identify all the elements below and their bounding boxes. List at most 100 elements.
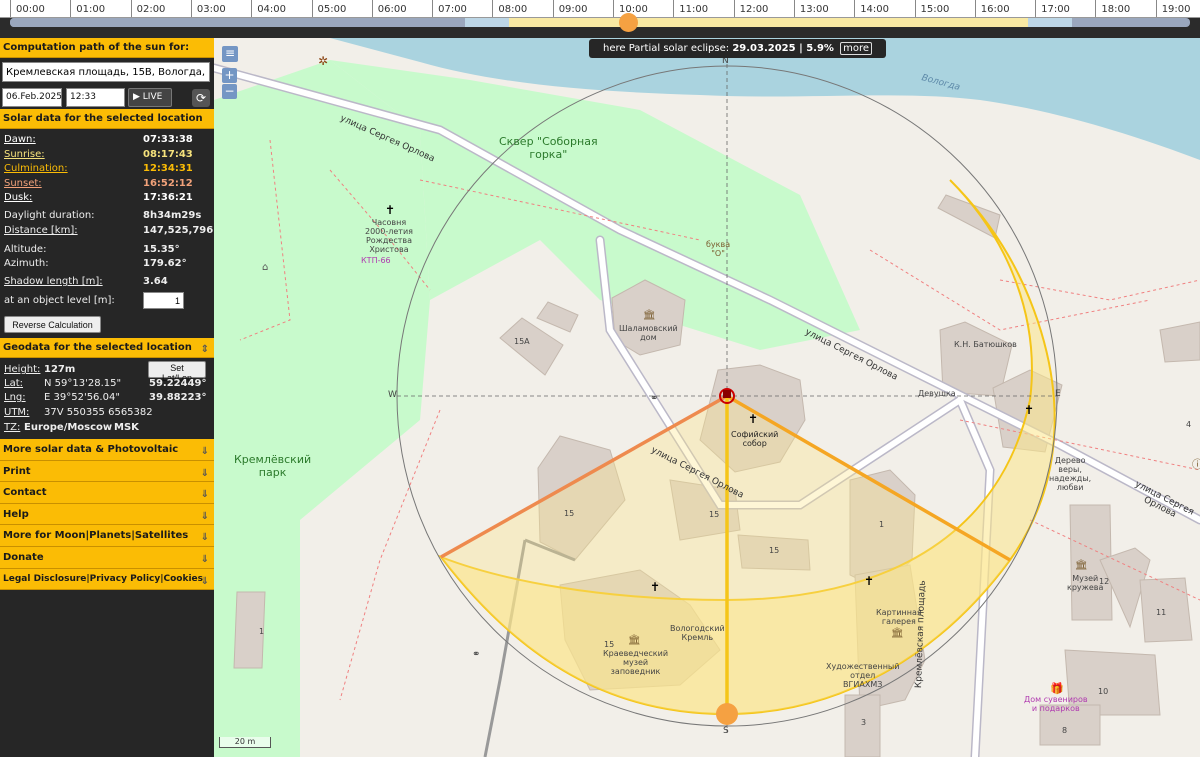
- map-canvas[interactable]: N S E W улица Сергея Орлова улица Сергея…: [214, 38, 1200, 757]
- lng-decimal: 39.88223°: [149, 392, 207, 403]
- sun-position-marker[interactable]: [716, 703, 738, 725]
- altitude-value: 15.35°: [143, 244, 180, 255]
- distance-row: Distance [km]: 147,525,796: [4, 224, 213, 238]
- menu-item-label: Print: [3, 465, 31, 477]
- solar-row: Dawn: 07:33:38: [4, 133, 210, 147]
- zoom-in-button[interactable]: +: [222, 68, 237, 83]
- gift-shop-icon: 🎁: [1050, 682, 1064, 695]
- eclipse-more-button[interactable]: more: [840, 42, 873, 55]
- layers-menu-icon[interactable]: ≡: [222, 46, 238, 62]
- set-lat-lon-button[interactable]: Set Lat/Lon: [148, 361, 206, 383]
- museum-icon: 🏛: [643, 310, 656, 321]
- expand-icon: ⇓: [200, 553, 209, 565]
- eclipse-date: 29.03.2025 | 5.9%: [732, 43, 834, 54]
- eclipse-text: here Partial solar eclipse:: [603, 43, 730, 54]
- date-field[interactable]: 06.Feb.2025: [2, 88, 62, 107]
- lng-row: Lng: E 39°52'56.04" 39.88223°: [4, 391, 210, 405]
- lat-row: Lat: N 59°13'28.15" 59.22449°: [4, 377, 210, 391]
- souvenirs-label: Дом сувениров и подарков: [1024, 695, 1088, 713]
- hour-tick: 09:00: [552, 0, 613, 17]
- solar-row-label[interactable]: Dusk:: [4, 191, 32, 205]
- refresh-button[interactable]: ⟳: [192, 89, 210, 107]
- solar-row-label[interactable]: Dawn:: [4, 133, 36, 147]
- live-button[interactable]: ▶ LIVE: [128, 88, 172, 107]
- museum-label: Краеведческий музей заповедник: [603, 649, 669, 676]
- hour-tick: 05:00: [311, 0, 372, 17]
- shadow-label[interactable]: Shadow length [m]:: [4, 275, 103, 289]
- hour-tick: 08:00: [492, 0, 552, 17]
- path-title: Computation path of the sun for:: [0, 38, 214, 58]
- geodata-header[interactable]: Geodata for the selected location ⇕: [0, 338, 214, 358]
- hour-tick: 04:00: [251, 0, 311, 17]
- house-number: 8: [1062, 726, 1068, 735]
- utm-value: 37V 550355 6565382: [44, 407, 153, 418]
- tz-row: TZ: Europe/Moscow MSK: [4, 421, 210, 435]
- solar-row-label[interactable]: Sunset:: [4, 177, 42, 191]
- church-icon: ✝: [385, 203, 396, 217]
- timeline-track[interactable]: [10, 18, 1190, 27]
- lat-label: Lat:: [4, 378, 23, 389]
- sidebar-menu-item[interactable]: Legal Disclosure|Privacy Policy|Cookies ⇓: [0, 568, 214, 591]
- info-icon[interactable]: ⓘ: [1192, 456, 1200, 472]
- menu-item-label: More solar data & Photovoltaic: [3, 444, 179, 455]
- scale-bar: 20 m: [219, 737, 271, 748]
- address-input[interactable]: [2, 62, 210, 82]
- house-number: 15: [709, 510, 720, 519]
- hour-tick: 01:00: [70, 0, 130, 17]
- kruzheva-label: Музей кружева: [1067, 574, 1104, 592]
- hour-tick: 00:00: [10, 0, 70, 17]
- compass-e: E: [1055, 389, 1061, 399]
- house-number: 15: [769, 546, 780, 555]
- hour-tick: 15:00: [914, 0, 975, 17]
- solar-row: Sunrise: 08:17:43: [4, 148, 210, 162]
- location-pin: [723, 390, 731, 398]
- timeline-slider[interactable]: 00:00 01:00 02:00 03:00 04:00 05:00 06:00 07:00…: [0, 0, 1200, 38]
- menu-item-label: Legal Disclosure|Privacy Policy|Cookies: [3, 573, 204, 584]
- distance-label[interactable]: Distance [km]:: [4, 224, 78, 238]
- dawn-segment: [465, 18, 509, 27]
- sidebar-menu-item[interactable]: More solar data & Photovoltaic ⇓: [0, 439, 214, 461]
- solar-row-value: 17:36:21: [143, 192, 193, 203]
- zoom-out-button[interactable]: −: [222, 84, 237, 99]
- height-value: 127m: [44, 364, 76, 375]
- map-svg: [214, 38, 1200, 757]
- sidebar-menu-item[interactable]: Help ⇓: [0, 503, 214, 526]
- sidebar-menu-item[interactable]: Print ⇓: [0, 460, 214, 483]
- hour-tick: 16:00: [974, 0, 1035, 17]
- solar-row-value: 16:52:12: [143, 177, 193, 189]
- sidebar-menu-item[interactable]: Contact ⇓: [0, 482, 214, 504]
- house-number: 12: [1099, 577, 1110, 586]
- house-number: 10: [1098, 687, 1109, 696]
- object-level-input[interactable]: [143, 292, 184, 309]
- menu-item-label: More for Moon|Planets|Satellites: [3, 530, 189, 542]
- hour-tick: 17:00: [1035, 0, 1095, 17]
- time-field[interactable]: 12:33 UTC+3: [66, 88, 125, 119]
- utm-row: UTM: 37V 550355 6565382: [4, 406, 210, 420]
- tz-value: Europe/Moscow: [24, 422, 113, 433]
- altitude-label: Altitude:: [4, 244, 47, 255]
- daylight-value: 8h34m29s: [143, 210, 202, 221]
- gallery-label: Картинная галерея: [876, 608, 922, 626]
- object-level-label: at an object level [m]:: [4, 295, 115, 306]
- shelter-icon: ⌂: [262, 262, 269, 273]
- house-number: 3: [861, 718, 867, 727]
- art-dept-label: Художественный отдел ВГИАХМЗ: [826, 662, 900, 689]
- sidebar-menu-item[interactable]: Donate ⇓: [0, 546, 214, 569]
- hour-tick: 18:00: [1095, 0, 1155, 17]
- solar-row-label[interactable]: Culmination:: [4, 162, 68, 176]
- solar-row-label[interactable]: Sunrise:: [4, 148, 45, 162]
- church-icon: ✝: [748, 412, 759, 426]
- batyushkov-label: К.Н. Батюшков: [954, 340, 1017, 349]
- tz-abbr: MSK: [114, 422, 139, 433]
- solar-title: Solar data for the selected location: [0, 109, 214, 129]
- reverse-calculation-button[interactable]: Reverse Calculation: [4, 316, 101, 333]
- house-number: 1: [259, 627, 265, 636]
- expand-icon: ⇓: [200, 532, 209, 544]
- lat-dms: N 59°13'28.15": [44, 378, 122, 389]
- solar-row-value: 08:17:43: [143, 148, 193, 160]
- timeline-sun-handle[interactable]: [619, 13, 639, 32]
- altitude-row: Altitude: 15.35°: [4, 243, 210, 257]
- sidebar-menu-item[interactable]: More for Moon|Planets|Satellites ⇓: [0, 525, 214, 547]
- expand-icon: ⇓: [200, 575, 209, 587]
- solar-row: Culmination: 12:34:31: [4, 162, 210, 176]
